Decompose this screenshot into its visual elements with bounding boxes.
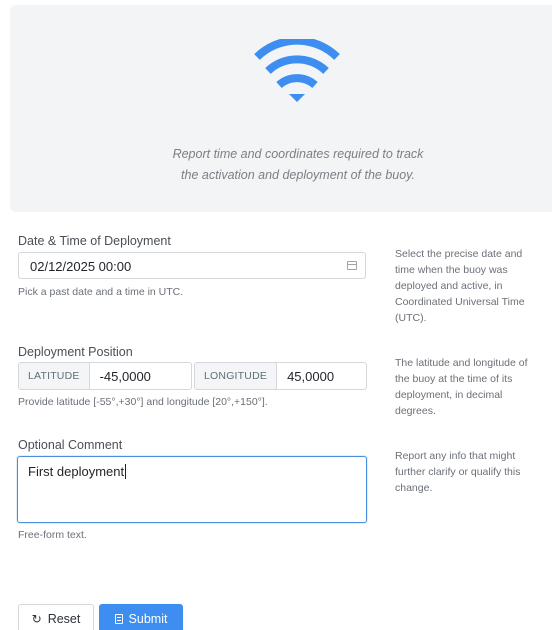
- position-side-help: The latitude and longitude of the buoy a…: [395, 357, 528, 417]
- buoy-deployment-page: Report time and coordinates required to …: [0, 0, 552, 630]
- datetime-help: Pick a past date and a time in UTC.: [18, 286, 184, 298]
- comment-side-help: Report any info that might further clari…: [395, 450, 521, 494]
- comment-help: Free-form text.: [18, 529, 87, 541]
- latitude-addon: LATITUDE: [19, 363, 90, 389]
- comment-label: Optional Comment: [18, 438, 123, 452]
- position-label: Deployment Position: [18, 345, 133, 359]
- longitude-addon: LONGITUDE: [195, 363, 278, 389]
- datetime-value: 02/12/2025 00:00: [30, 259, 132, 274]
- text-caret: [125, 464, 127, 479]
- refresh-icon: ↻: [31, 612, 42, 626]
- document-icon: [114, 614, 123, 624]
- reset-button[interactable]: ↻ Reset: [18, 604, 94, 630]
- info-description-line: the activation and deployment of the buo…: [181, 168, 415, 182]
- position-help: Provide latitude [-55°,+30°] and longitu…: [18, 396, 268, 408]
- info-panel: Report time and coordinates required to …: [10, 5, 552, 212]
- latitude-input-group[interactable]: LATITUDE -45,0000: [18, 362, 192, 390]
- submit-button[interactable]: Submit: [99, 604, 183, 630]
- calendar-icon[interactable]: [347, 261, 357, 270]
- datetime-label: Date & Time of Deployment: [18, 234, 171, 248]
- reset-button-label: Reset: [47, 612, 81, 626]
- longitude-input[interactable]: 45,0000: [277, 363, 366, 389]
- info-description-line: Report time and coordinates required to …: [172, 147, 424, 161]
- info-description: Report time and coordinates required to …: [140, 144, 456, 186]
- comment-value: First deployment: [28, 464, 127, 479]
- longitude-input-group[interactable]: LONGITUDE 45,0000: [194, 362, 367, 390]
- comment-textarea[interactable]: First deployment: [17, 456, 367, 523]
- latitude-input[interactable]: -45,0000: [90, 363, 191, 389]
- comment-text: First deployment: [28, 464, 125, 479]
- wifi-icon: [254, 39, 340, 102]
- datetime-side-help: Select the precise date and time when th…: [395, 248, 525, 324]
- datetime-input[interactable]: 02/12/2025 00:00: [18, 252, 366, 279]
- submit-button-label: Submit: [128, 612, 168, 626]
